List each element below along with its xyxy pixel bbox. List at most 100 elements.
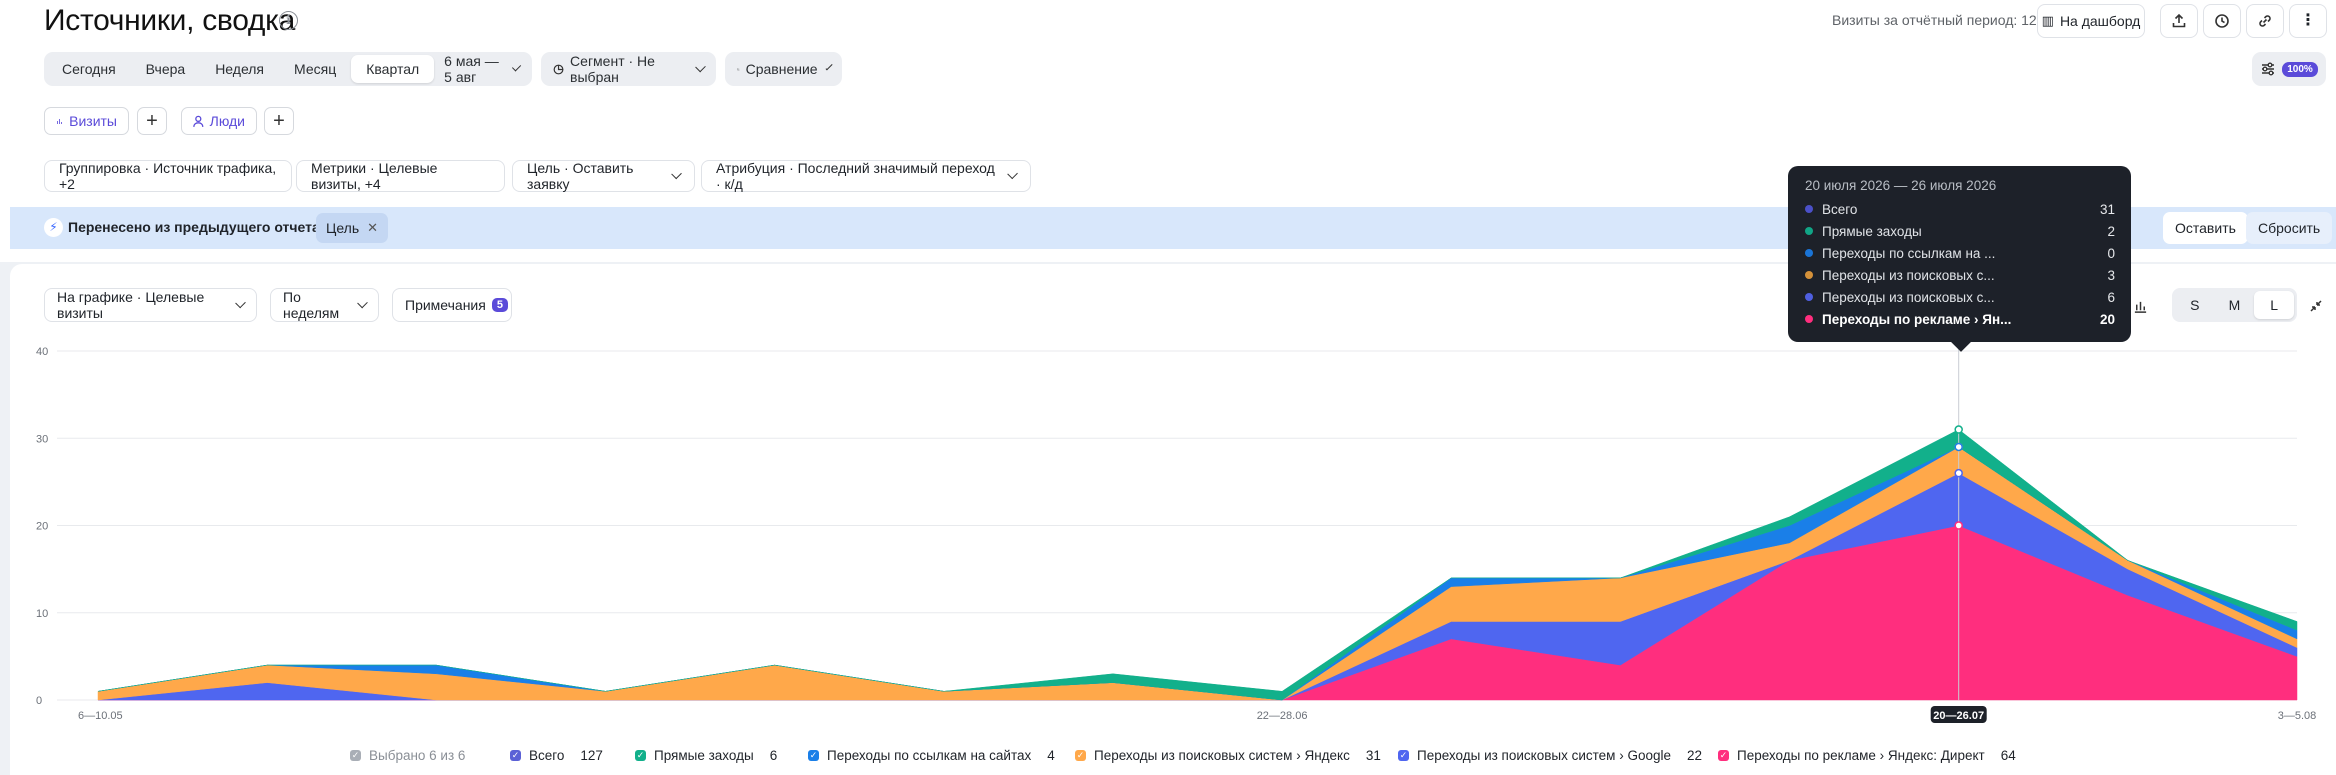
link-icon (2259, 15, 2271, 27)
add-visits-segment-button[interactable]: + (137, 107, 167, 135)
tooltip-row-label: Всего (1822, 201, 1858, 217)
legend-item-count: 31 (1365, 748, 1381, 763)
grouping-filter-label: Группировка · Источник трафика, +2 (59, 160, 277, 192)
chart-tooltip: 20 июля 2026 — 26 июля 2026 Всего 31 Прямы… (1788, 166, 2131, 342)
x-tick-label: 22—28.06 (1257, 710, 1308, 722)
transferred-goal-label: Цель (326, 220, 360, 236)
legend-item[interactable]: ✓ Прямые заходы 6 (635, 748, 777, 763)
add-to-dashboard-button[interactable]: ▥ На дашборд (2037, 4, 2145, 38)
legend-item-label: Переходы по рекламе › Яндекс: Директ (1737, 748, 1985, 763)
tooltip-row-label: Прямые заходы (1822, 223, 1922, 239)
series-dot-icon (1805, 315, 1813, 323)
more-vertical-icon: ⋮ (2300, 12, 2316, 29)
period-tab-yesterday[interactable]: Вчера (131, 55, 201, 83)
add-people-segment-button[interactable]: + (264, 107, 294, 135)
legend-item[interactable]: ✓ Всего 127 (510, 748, 603, 763)
legend-item-label: Переходы из поисковых систем › Google (1417, 748, 1671, 763)
checkbox-icon: ✓ (510, 750, 521, 761)
checkbox-icon: ✓ (635, 750, 646, 761)
checkbox-icon: ✓ (1398, 750, 1409, 761)
more-button[interactable]: ⋮ (2289, 4, 2327, 38)
y-tick-label: 20 (36, 521, 48, 533)
x-tick-label: 6—10.05 (78, 710, 123, 722)
dashboard-icon: ▥ (2041, 13, 2054, 28)
legend-item-count: 6 (769, 748, 778, 763)
tooltip-row-value: 31 (2099, 201, 2115, 217)
legend-item[interactable]: ✓ Переходы по ссылкам на сайтах 4 (808, 748, 1055, 763)
segment-chip-people[interactable]: Люди (181, 107, 257, 135)
date-range-picker[interactable]: 6 мая — 5 авг (434, 53, 529, 85)
lightning-icon: ⚡ (44, 218, 63, 237)
history-button[interactable] (2203, 4, 2241, 38)
compare-icon (737, 67, 740, 71)
info-icon[interactable]: i (279, 11, 298, 30)
tooltip-row: Прямые заходы 2 (1805, 221, 2115, 241)
legend-item-label: Прямые заходы (654, 748, 754, 763)
legend-item-count: 64 (2000, 748, 2016, 763)
hover-point (1954, 442, 1963, 452)
transfer-message: Перенесено из предыдущего отчета (68, 219, 320, 235)
sampling-badge: 100% (2282, 61, 2318, 77)
legend-item[interactable]: ✓ Переходы из поисковых систем › Яндекс 31 (1075, 748, 1381, 763)
hover-point (1954, 468, 1963, 478)
sliders-icon (2262, 62, 2275, 76)
goal-filter-label: Цель · Оставить заявку (527, 160, 634, 192)
legend-item[interactable]: ✓ Переходы по рекламе › Яндекс: Директ 64 (1718, 748, 2016, 763)
metrics-filter-label: Метрики · Целевые визиты, +4 (311, 160, 438, 192)
hover-point (1954, 425, 1963, 434)
segment-chip-visits[interactable]: Визиты (44, 107, 129, 135)
legend-selected-label: Выбрано 6 из 6 (369, 748, 466, 763)
visits-icon (57, 118, 63, 124)
hover-point (1954, 521, 1963, 530)
series-dot-icon (1805, 271, 1813, 279)
metrics-filter[interactable]: Метрики · Целевые визиты, +4 (296, 160, 505, 192)
series-dot-icon (1805, 293, 1813, 301)
series-dot-icon (1805, 227, 1813, 235)
legend-item-count: 127 (580, 748, 603, 763)
legend-item-label: Переходы из поисковых систем › Яндекс (1094, 748, 1350, 763)
y-tick-label: 0 (36, 695, 42, 707)
add-to-dashboard-label: На дашборд (2059, 13, 2141, 29)
reset-button[interactable]: Сбросить (2246, 212, 2333, 244)
segment-label: Сегмент · Не выбран (570, 53, 655, 85)
checkbox-icon: ✓ (1718, 750, 1729, 761)
series-dot-icon (1805, 249, 1813, 257)
period-tab-quarter[interactable]: Квартал (351, 55, 435, 83)
close-icon[interactable]: ✕ (367, 220, 378, 236)
x-tick-label: 20—26.07 (1933, 710, 1984, 722)
chevron-down-icon (511, 62, 522, 72)
goal-filter[interactable]: Цель · Оставить заявку (512, 160, 695, 192)
tooltip-row: Переходы по рекламе › Ян... 20 (1805, 309, 2115, 329)
legend-selected-toggle[interactable]: ✓ Выбрано 6 из 6 (350, 748, 465, 763)
tooltip-row: Всего 31 (1805, 199, 2115, 219)
checkbox-icon: ✓ (350, 750, 361, 761)
y-tick-label: 40 (36, 346, 48, 358)
tooltip-row-label: Переходы по рекламе › Ян... (1822, 311, 2012, 327)
chevron-down-icon (671, 168, 682, 180)
compare-selector[interactable]: Сравнение (725, 52, 842, 86)
attribution-filter[interactable]: Атрибуция · Последний значимый переход ·… (701, 160, 1031, 192)
person-icon (193, 115, 204, 127)
period-tab-today[interactable]: Сегодня (47, 55, 131, 83)
legend-item-label: Всего (529, 748, 565, 763)
transferred-goal-tag: Цель ✕ (316, 213, 389, 243)
export-button[interactable] (2160, 4, 2198, 38)
chart-legend: ✓ Выбрано 6 из 6 ✓ Всего 127 ✓ Прямые заходы… (10, 748, 2336, 772)
legend-item[interactable]: ✓ Переходы из поисковых систем › Google 22 (1398, 748, 1702, 763)
grouping-filter[interactable]: Группировка · Источник трафика, +2 (44, 160, 292, 192)
period-tab-month[interactable]: Месяц (279, 55, 351, 83)
x-tick-label: 3—5.08 (2278, 710, 2317, 722)
legend-item-label: Переходы по ссылкам на сайтах (827, 748, 1032, 763)
tooltip-row-value: 6 (2107, 289, 2115, 305)
period-tab-week[interactable]: Неделя (200, 55, 279, 83)
chevron-down-icon (695, 61, 706, 73)
tooltip-row-label: Переходы из поисковых с... (1822, 289, 1995, 305)
clock-icon (2215, 14, 2229, 28)
y-tick-label: 30 (36, 433, 48, 445)
visits-period-summary: Визиты за отчётный период: 127 (1832, 12, 2045, 28)
report-settings-button[interactable]: 100% (2252, 52, 2326, 86)
keep-button[interactable]: Оставить (2163, 212, 2248, 244)
copy-link-button[interactable] (2246, 4, 2284, 38)
segment-selector[interactable]: Сегмент · Не выбран (541, 52, 716, 86)
chevron-down-icon (825, 63, 833, 71)
